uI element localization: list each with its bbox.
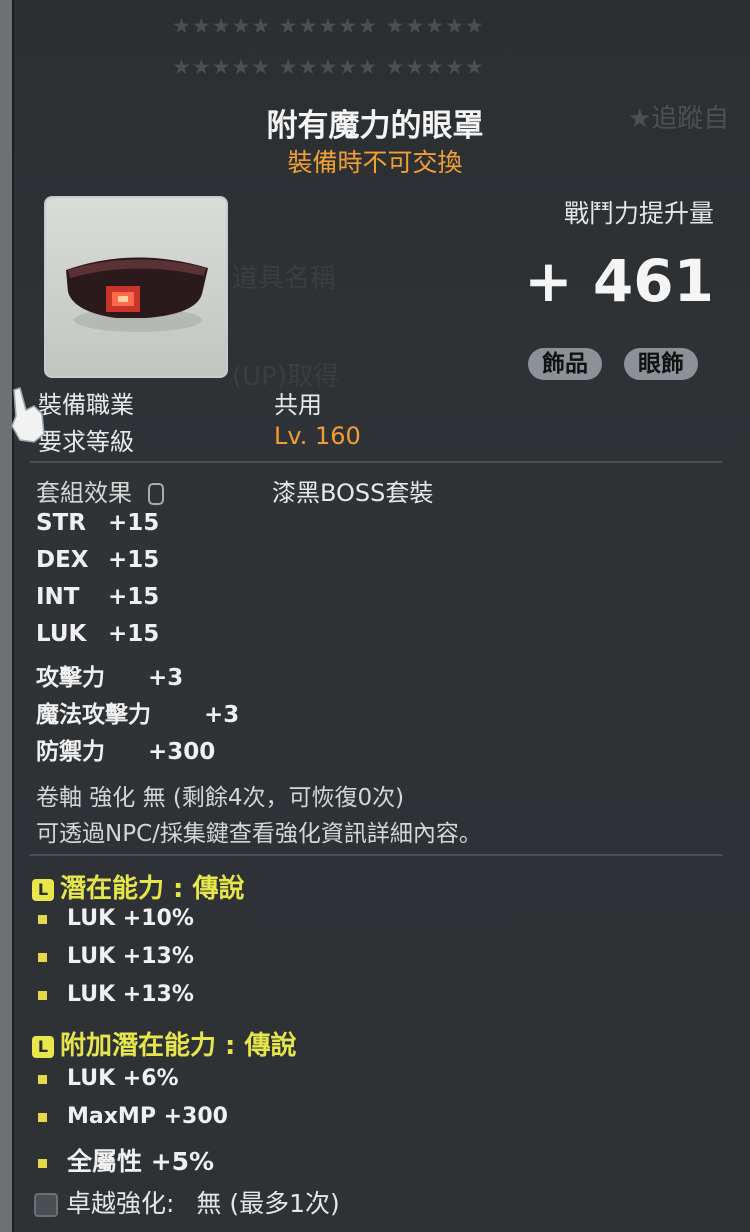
additional-potential-text: 全屬性 +5%: [67, 1147, 215, 1176]
additional-potential-header: L 附加潛在能力 : 傳說: [32, 1025, 297, 1062]
divider-2: [30, 854, 722, 856]
stat-name: STR: [36, 510, 86, 536]
additional-potential-text: MaxMP +300: [67, 1104, 228, 1129]
stat-row: INT +15: [36, 584, 159, 610]
stat-name: 攻擊力: [36, 665, 105, 691]
item-name: 附有魔力的眼罩: [266, 108, 484, 144]
stat-value: +15: [108, 510, 160, 536]
stat-value: +3: [148, 665, 184, 691]
set-effect-label: 套組效果: [36, 479, 132, 507]
scroll-hint: 可透過NPC/採集鍵查看強化資訊詳細內容。: [36, 821, 482, 847]
potential-line: LUK +10%: [38, 906, 194, 931]
potential-text: LUK +10%: [67, 906, 194, 931]
set-effect-value: 漆黑BOSS套裝: [272, 479, 434, 507]
potential-line: LUK +13%: [38, 982, 194, 1007]
legendary-grade-icon: L: [32, 878, 54, 901]
set-info-icon[interactable]: [147, 483, 164, 505]
additional-potential-text: LUK +6%: [67, 1066, 179, 1091]
potential-text: LUK +13%: [67, 944, 194, 969]
stat-name: INT: [36, 584, 80, 610]
additional-potential-line: LUK +6%: [38, 1066, 179, 1091]
bullet-icon: [38, 990, 47, 1000]
ghost-text-item-name: 道具名稱: [232, 264, 337, 294]
set-effect-row: 套組效果 漆黑BOSS套裝: [36, 473, 433, 508]
tag-accessory: 飾品: [528, 348, 602, 380]
req-level-value: Lv. 160: [274, 422, 361, 450]
stat-row: STR +15: [36, 510, 159, 536]
stat-value: +300: [148, 739, 216, 765]
bullet-icon: [38, 1074, 47, 1084]
combat-power-value: + 461: [524, 247, 714, 315]
stat-row: 防禦力 +300: [36, 732, 215, 766]
stat-row: 攻擊力 +3: [36, 658, 183, 692]
tag-eye-accessory: 眼飾: [624, 348, 698, 380]
additional-potential-title: 附加潛在能力 : 傳說: [60, 1031, 297, 1061]
additional-potential-line: 全屬性 +5%: [38, 1142, 214, 1178]
stat-row: LUK +15: [36, 621, 159, 647]
stat-row: 魔法攻擊力 +3: [36, 695, 239, 729]
star-rating-row-2: ★★★★★ ★★★★★ ★★★★★: [172, 55, 485, 79]
stat-value: +15: [108, 621, 160, 647]
exceptional-enhance-row: 卓越強化: 無 (最多1次): [34, 1184, 340, 1220]
stat-name: DEX: [36, 547, 89, 573]
req-job-row: 裝備職業 共用: [38, 385, 322, 420]
bullet-icon: [38, 914, 47, 924]
eyepatch-icon: [66, 257, 208, 332]
potential-text: LUK +13%: [67, 982, 194, 1007]
scroll-info: 卷軸 強化 無 (剩餘4次，可恢復0次): [36, 785, 405, 811]
exceptional-value: 無 (最多1次): [196, 1189, 340, 1218]
exceptional-label: 卓越強化:: [66, 1189, 175, 1218]
trade-restriction: 裝備時不可交換: [287, 148, 463, 177]
hand-cursor-icon: [11, 387, 45, 443]
exceptional-icon: [34, 1193, 58, 1217]
stat-name: 魔法攻擊力: [36, 702, 151, 728]
stat-name: LUK: [36, 621, 87, 647]
bullet-icon: [38, 1158, 47, 1168]
potential-line: LUK +13%: [38, 944, 194, 969]
additional-potential-line: MaxMP +300: [38, 1104, 228, 1129]
req-level-label: 要求等級: [38, 428, 134, 456]
bullet-icon: [38, 952, 47, 962]
potential-header: L 潛在能力 : 傳說: [32, 868, 245, 905]
stat-value: +15: [108, 547, 160, 573]
divider-1: [30, 461, 722, 463]
stat-value: +3: [204, 702, 240, 728]
bullet-icon: [38, 1112, 47, 1122]
stat-name: 防禦力: [36, 739, 105, 765]
legendary-grade-icon: L: [32, 1035, 54, 1058]
item-icon-frame: [44, 196, 228, 378]
star-rating-row-1: ★★★★★ ★★★★★ ★★★★★: [172, 14, 485, 38]
stat-row: DEX +15: [36, 547, 159, 573]
req-job-label: 裝備職業: [38, 391, 134, 419]
req-level-row: 要求等級 Lv. 160: [38, 422, 361, 457]
potential-title: 潛在能力 : 傳說: [60, 874, 245, 904]
combat-power-label: 戰鬥力提升量: [563, 199, 714, 228]
stat-value: +15: [108, 584, 160, 610]
req-job-value: 共用: [274, 391, 322, 419]
